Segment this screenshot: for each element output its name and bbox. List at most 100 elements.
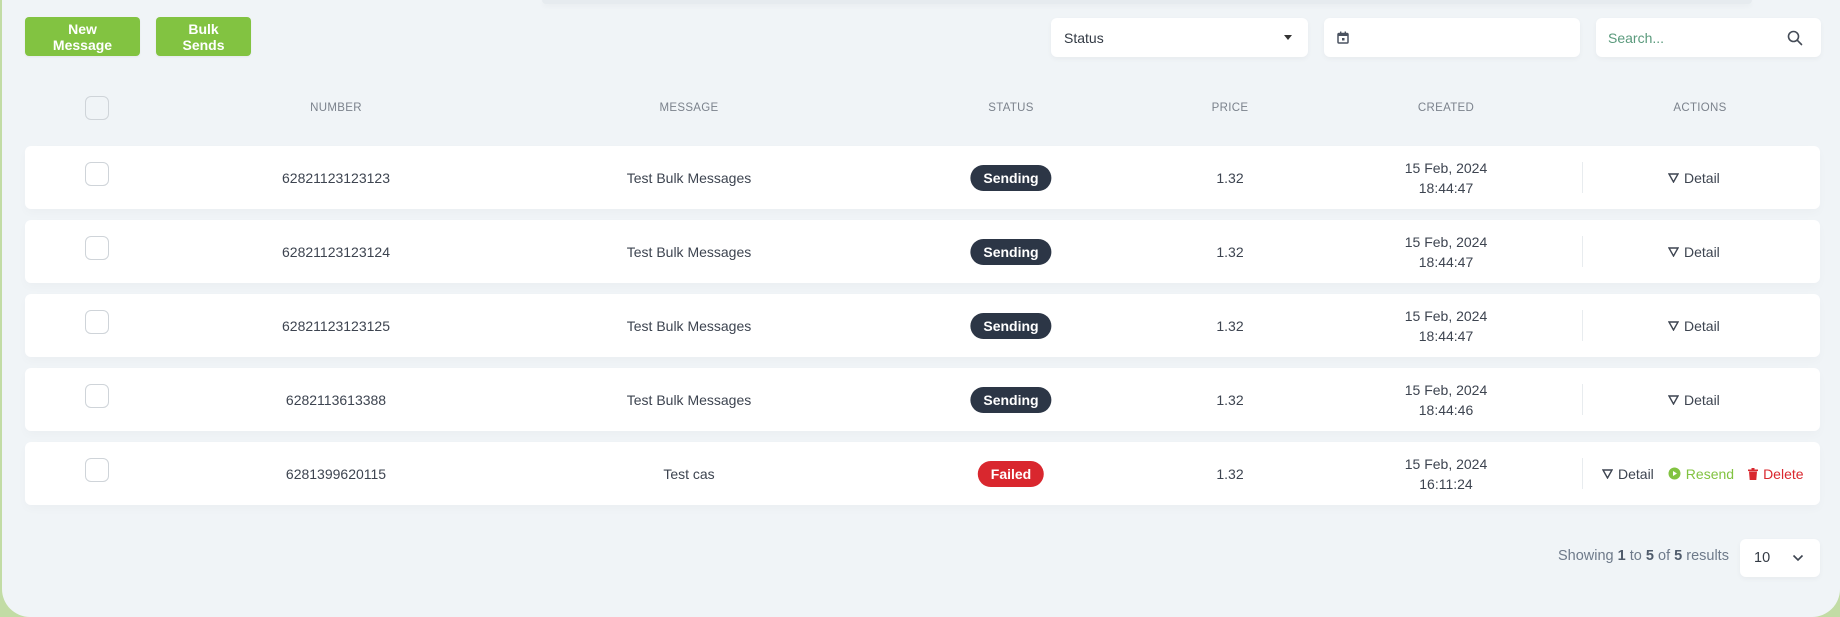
range-from: 1	[1617, 548, 1626, 564]
created-date: 15 Feb, 2024	[1404, 307, 1488, 324]
cell-status: Sending	[970, 146, 1052, 209]
delete-action-button[interactable]: Delete	[1748, 465, 1804, 482]
per-page-select[interactable]: 10	[1740, 539, 1820, 577]
resend-action-label: Resend	[1685, 465, 1735, 482]
cell-created: 15 Feb, 2024 18:44:47	[1405, 220, 1488, 283]
column-header-price: PRICE	[1211, 102, 1249, 114]
cell-number: 62821123123123	[282, 169, 390, 186]
table-row: 62821123123125 Test Bulk Messages Sendin…	[25, 294, 1820, 357]
cell-created: 15 Feb, 2024 18:44:47	[1405, 294, 1488, 357]
table-header: NUMBER MESSAGE STATUS PRICE CREATED ACTI…	[25, 88, 1820, 128]
cell-message: Test Bulk Messages	[626, 169, 752, 186]
cell-message: Test cas	[663, 465, 715, 482]
detail-action-button[interactable]: Detail	[1602, 466, 1654, 482]
cell-created: 15 Feb, 2024 18:44:47	[1405, 146, 1488, 209]
column-header-message: MESSAGE	[659, 102, 719, 114]
cell-price: 1.32	[1216, 465, 1244, 482]
cell-number: 62821123123125	[282, 317, 390, 334]
calendar-icon	[1337, 31, 1349, 44]
created-time: 18:44:47	[1418, 179, 1474, 196]
column-header-status: STATUS	[988, 102, 1034, 114]
cell-price: 1.32	[1216, 317, 1244, 334]
cell-created: 15 Feb, 2024 16:11:24	[1405, 442, 1488, 505]
actions-divider	[1582, 384, 1583, 415]
cell-number: 62821123123124	[282, 243, 390, 260]
row-actions: Detail	[1668, 146, 1734, 209]
created-date: 15 Feb, 2024	[1404, 159, 1488, 176]
status-badge: Failed	[977, 460, 1045, 487]
filter-triangle-icon	[1668, 246, 1679, 257]
cell-status: Failed	[977, 442, 1045, 505]
actions-divider	[1582, 162, 1583, 193]
detail-action-label: Detail	[1684, 317, 1720, 334]
created-date: 15 Feb, 2024	[1404, 455, 1488, 472]
created-date: 15 Feb, 2024	[1404, 381, 1488, 398]
cell-message: Test Bulk Messages	[626, 317, 752, 334]
detail-action-button[interactable]: Detail	[1668, 170, 1720, 186]
cell-price: 1.32	[1216, 169, 1244, 186]
of-label: of	[1658, 548, 1671, 564]
row-actions: Detail	[1668, 294, 1734, 357]
row-checkbox[interactable]	[85, 384, 109, 408]
pagination-summary: Showing 1 to 5 of 5 results	[1558, 548, 1729, 564]
search-icon[interactable]	[1787, 30, 1803, 46]
to-label: to	[1629, 548, 1642, 564]
table-row: 62821123123124 Test Bulk Messages Sendin…	[25, 220, 1820, 283]
status-badge: Sending	[970, 386, 1052, 413]
row-checkbox[interactable]	[85, 310, 109, 334]
detail-action-button[interactable]: Detail	[1668, 244, 1720, 260]
status-filter-select[interactable]: Status	[1051, 18, 1308, 57]
cell-number: 6282113613388	[285, 391, 387, 408]
results-label: results	[1686, 548, 1729, 564]
cell-message: Test Bulk Messages	[626, 243, 752, 260]
search-box[interactable]	[1596, 18, 1821, 57]
cell-price: 1.32	[1216, 243, 1244, 260]
created-time: 18:44:46	[1418, 401, 1474, 418]
date-filter-input[interactable]	[1324, 18, 1580, 57]
created-time: 18:44:47	[1418, 253, 1474, 270]
status-filter-value: Status	[1064, 29, 1104, 46]
detail-action-label: Detail	[1618, 465, 1654, 482]
cell-created: 15 Feb, 2024 18:44:46	[1405, 368, 1488, 431]
cell-status: Sending	[970, 220, 1052, 283]
detail-action-label: Detail	[1684, 243, 1720, 260]
row-checkbox[interactable]	[85, 458, 109, 482]
detail-action-label: Detail	[1684, 169, 1720, 186]
detail-action-button[interactable]: Detail	[1668, 392, 1720, 408]
cell-status: Sending	[970, 294, 1052, 357]
filter-triangle-icon	[1668, 172, 1679, 183]
total-count: 5	[1674, 548, 1683, 564]
created-date: 15 Feb, 2024	[1404, 233, 1488, 250]
row-checkbox[interactable]	[85, 236, 109, 260]
select-all-checkbox[interactable]	[85, 96, 109, 120]
actions-divider	[1582, 236, 1583, 267]
actions-divider	[1582, 310, 1583, 341]
top-card-edge	[542, 0, 1752, 4]
filter-triangle-icon	[1668, 320, 1679, 331]
delete-action-label: Delete	[1763, 465, 1804, 482]
content-panel: New Message Bulk Sends Status NUMBER MES…	[2, 0, 1840, 617]
cell-price: 1.32	[1216, 391, 1244, 408]
detail-action-button[interactable]: Detail	[1668, 318, 1720, 334]
created-time: 18:44:47	[1418, 327, 1474, 344]
bulk-sends-button[interactable]: Bulk Sends	[156, 17, 251, 56]
new-message-button[interactable]: New Message	[25, 17, 140, 56]
table-row: 6282113613388 Test Bulk Messages Sending…	[25, 368, 1820, 431]
column-header-number: NUMBER	[310, 102, 362, 114]
cell-number: 6281399620115	[285, 465, 387, 482]
row-actions: Detail	[1668, 368, 1734, 431]
detail-action-label: Detail	[1684, 391, 1720, 408]
created-time: 16:11:24	[1419, 475, 1473, 492]
search-input[interactable]	[1608, 29, 1768, 46]
status-badge: Sending	[970, 238, 1052, 265]
showing-label: Showing	[1558, 548, 1614, 564]
row-actions: Detail Resend Delete	[1602, 442, 1818, 505]
table-row: 6281399620115 Test cas Failed 1.32 15 Fe…	[25, 442, 1820, 505]
resend-action-button[interactable]: Resend	[1668, 466, 1734, 482]
table-row: 62821123123123 Test Bulk Messages Sendin…	[25, 146, 1820, 209]
row-actions: Detail	[1668, 220, 1734, 283]
status-badge: Sending	[970, 164, 1052, 191]
play-circle-icon	[1668, 467, 1681, 480]
row-checkbox[interactable]	[85, 162, 109, 186]
status-badge: Sending	[970, 312, 1052, 339]
